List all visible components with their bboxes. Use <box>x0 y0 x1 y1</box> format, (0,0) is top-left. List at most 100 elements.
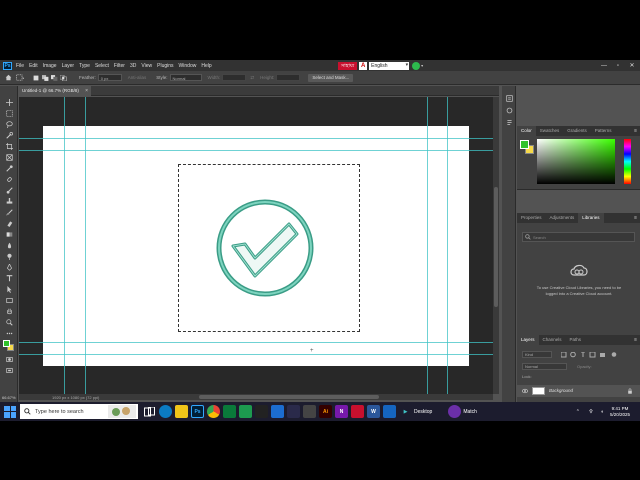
app-icon[interactable] <box>383 405 396 418</box>
subtract-selection-icon[interactable] <box>50 74 58 82</box>
antialias-checkbox[interactable]: Anti-alias <box>128 75 147 80</box>
panel-menu-icon[interactable]: ≡ <box>634 126 637 136</box>
close-tab-icon[interactable]: × <box>85 86 88 96</box>
tab-paths[interactable]: Paths <box>566 335 586 345</box>
healing-brush-tool-icon[interactable] <box>4 175 14 183</box>
photoshop-taskbar-icon[interactable]: Ps <box>191 405 204 418</box>
blend-mode-select[interactable]: Normal <box>522 363 567 370</box>
feather-input[interactable]: 0 px <box>97 74 122 81</box>
new-selection-icon[interactable] <box>32 74 40 82</box>
tab-layers[interactable]: Layers <box>517 335 539 345</box>
frame-tool-icon[interactable] <box>4 153 14 161</box>
vertical-guide[interactable] <box>447 97 448 394</box>
menu-select[interactable]: Select <box>95 63 109 69</box>
intersect-selection-icon[interactable] <box>59 74 67 82</box>
minimize-icon[interactable]: — <box>598 60 610 71</box>
close-icon[interactable]: ✕ <box>626 60 638 71</box>
menu-filter[interactable]: Filter <box>114 63 125 69</box>
layer-filter-icons[interactable] <box>561 352 621 358</box>
zoom-tool-icon[interactable] <box>4 318 14 326</box>
desktop-label[interactable]: Desktop <box>414 409 432 415</box>
more-tools-icon[interactable] <box>4 329 14 337</box>
match-label[interactable]: Match <box>463 409 477 415</box>
eyedropper-tool-icon[interactable] <box>4 164 14 172</box>
lock-icon[interactable] <box>627 388 633 394</box>
app-icon[interactable] <box>223 405 236 418</box>
height-input[interactable] <box>276 74 301 81</box>
menu-help[interactable]: Help <box>201 63 211 69</box>
zoom-level[interactable]: 66.67% <box>2 395 16 400</box>
menu-image[interactable]: Image <box>43 63 57 69</box>
hand-tool-icon[interactable] <box>4 307 14 315</box>
quick-mask-icon[interactable] <box>4 355 14 363</box>
color-picker-field[interactable] <box>537 139 615 184</box>
horizontal-scrollbar-thumb[interactable] <box>199 395 379 399</box>
ime-status-icon[interactable] <box>412 61 421 70</box>
libraries-search-input[interactable]: Search <box>522 232 635 242</box>
taskbar-search-box[interactable]: Type here to search <box>20 404 138 419</box>
horizontal-guide[interactable] <box>19 354 493 355</box>
vertical-guide[interactable] <box>427 97 428 394</box>
path-selection-tool-icon[interactable] <box>4 285 14 293</box>
pen-tool-icon[interactable] <box>4 263 14 271</box>
eraser-tool-icon[interactable] <box>4 219 14 227</box>
ime-keyboard-icon[interactable]: A <box>359 61 368 70</box>
brush-tool-icon[interactable] <box>4 186 14 194</box>
document-info[interactable]: 1920 px x 1080 px (72 ppi) <box>52 395 99 400</box>
restore-icon[interactable]: ▫ <box>612 60 624 71</box>
vertical-guide[interactable] <box>64 97 65 394</box>
select-and-mask-button[interactable]: Select and Mask... <box>308 73 354 82</box>
vertical-guide[interactable] <box>85 97 86 394</box>
edge-icon[interactable] <box>159 405 172 418</box>
gradient-tool-icon[interactable] <box>4 230 14 238</box>
volume-icon[interactable]: ◖ <box>597 407 606 416</box>
tab-color[interactable]: Color <box>517 126 536 136</box>
quick-selection-tool-icon[interactable] <box>4 131 14 139</box>
dodge-tool-icon[interactable] <box>4 252 14 260</box>
layer-name[interactable]: Background <box>549 385 573 397</box>
tab-properties[interactable]: Properties <box>517 213 546 223</box>
horizontal-guide[interactable] <box>19 342 493 343</box>
menu-type[interactable]: Type <box>79 63 90 69</box>
app-icon[interactable] <box>287 405 300 418</box>
panel-menu-icon[interactable]: ≡ <box>634 335 637 345</box>
foreground-color-swatch[interactable] <box>520 140 529 149</box>
menu-plugins[interactable]: Plugins <box>157 63 173 69</box>
windows-start-icon[interactable] <box>4 405 16 418</box>
task-view-icon[interactable] <box>143 405 156 418</box>
chevron-up-icon[interactable]: ⌃ <box>576 409 580 415</box>
menu-window[interactable]: Window <box>179 63 197 69</box>
add-selection-icon[interactable] <box>41 74 49 82</box>
onenote-icon[interactable]: N <box>335 405 348 418</box>
canvas-workspace[interactable]: + <box>19 97 493 394</box>
layer-row-background[interactable]: Background <box>517 385 640 397</box>
clone-stamp-tool-icon[interactable] <box>4 197 14 205</box>
ime-bangla-button[interactable]: সাহায্য <box>338 61 358 70</box>
clock[interactable]: 9:41 PM 5/20/2025 <box>610 406 630 418</box>
tab-adjustments[interactable]: Adjustments <box>546 213 579 223</box>
properties-panel-icon[interactable] <box>505 106 513 114</box>
tab-gradients[interactable]: Gradients <box>563 126 591 136</box>
vertical-scrollbar-thumb[interactable] <box>494 187 498 307</box>
paragraph-panel-icon[interactable] <box>505 118 513 126</box>
menu-3d[interactable]: 3D <box>130 63 136 69</box>
lasso-tool-icon[interactable] <box>4 120 14 128</box>
marquee-tool-preset-icon[interactable] <box>16 74 24 82</box>
crop-tool-icon[interactable] <box>4 142 14 150</box>
menu-layer[interactable]: Layer <box>62 63 75 69</box>
document-tab[interactable]: Untitled-1 @ 66.7% (RGB/8) × <box>19 86 91 96</box>
panel-menu-icon[interactable]: ≡ <box>634 213 637 223</box>
rectangle-tool-icon[interactable] <box>4 296 14 304</box>
type-tool-icon[interactable] <box>4 274 14 282</box>
tab-channels[interactable]: Channels <box>539 335 566 345</box>
eye-icon[interactable] <box>522 388 528 394</box>
screen-mode-icon[interactable] <box>4 366 14 374</box>
illustrator-icon[interactable]: Ai <box>319 405 332 418</box>
marquee-tool-icon[interactable] <box>4 109 14 117</box>
ime-chevron-down-icon[interactable]: ▾ <box>421 63 423 68</box>
hue-slider[interactable] <box>624 139 631 184</box>
file-explorer-icon[interactable] <box>175 405 188 418</box>
desktop-app-icon[interactable]: ▶ <box>399 405 412 418</box>
menu-view[interactable]: View <box>141 63 152 69</box>
move-tool-icon[interactable] <box>4 98 14 106</box>
